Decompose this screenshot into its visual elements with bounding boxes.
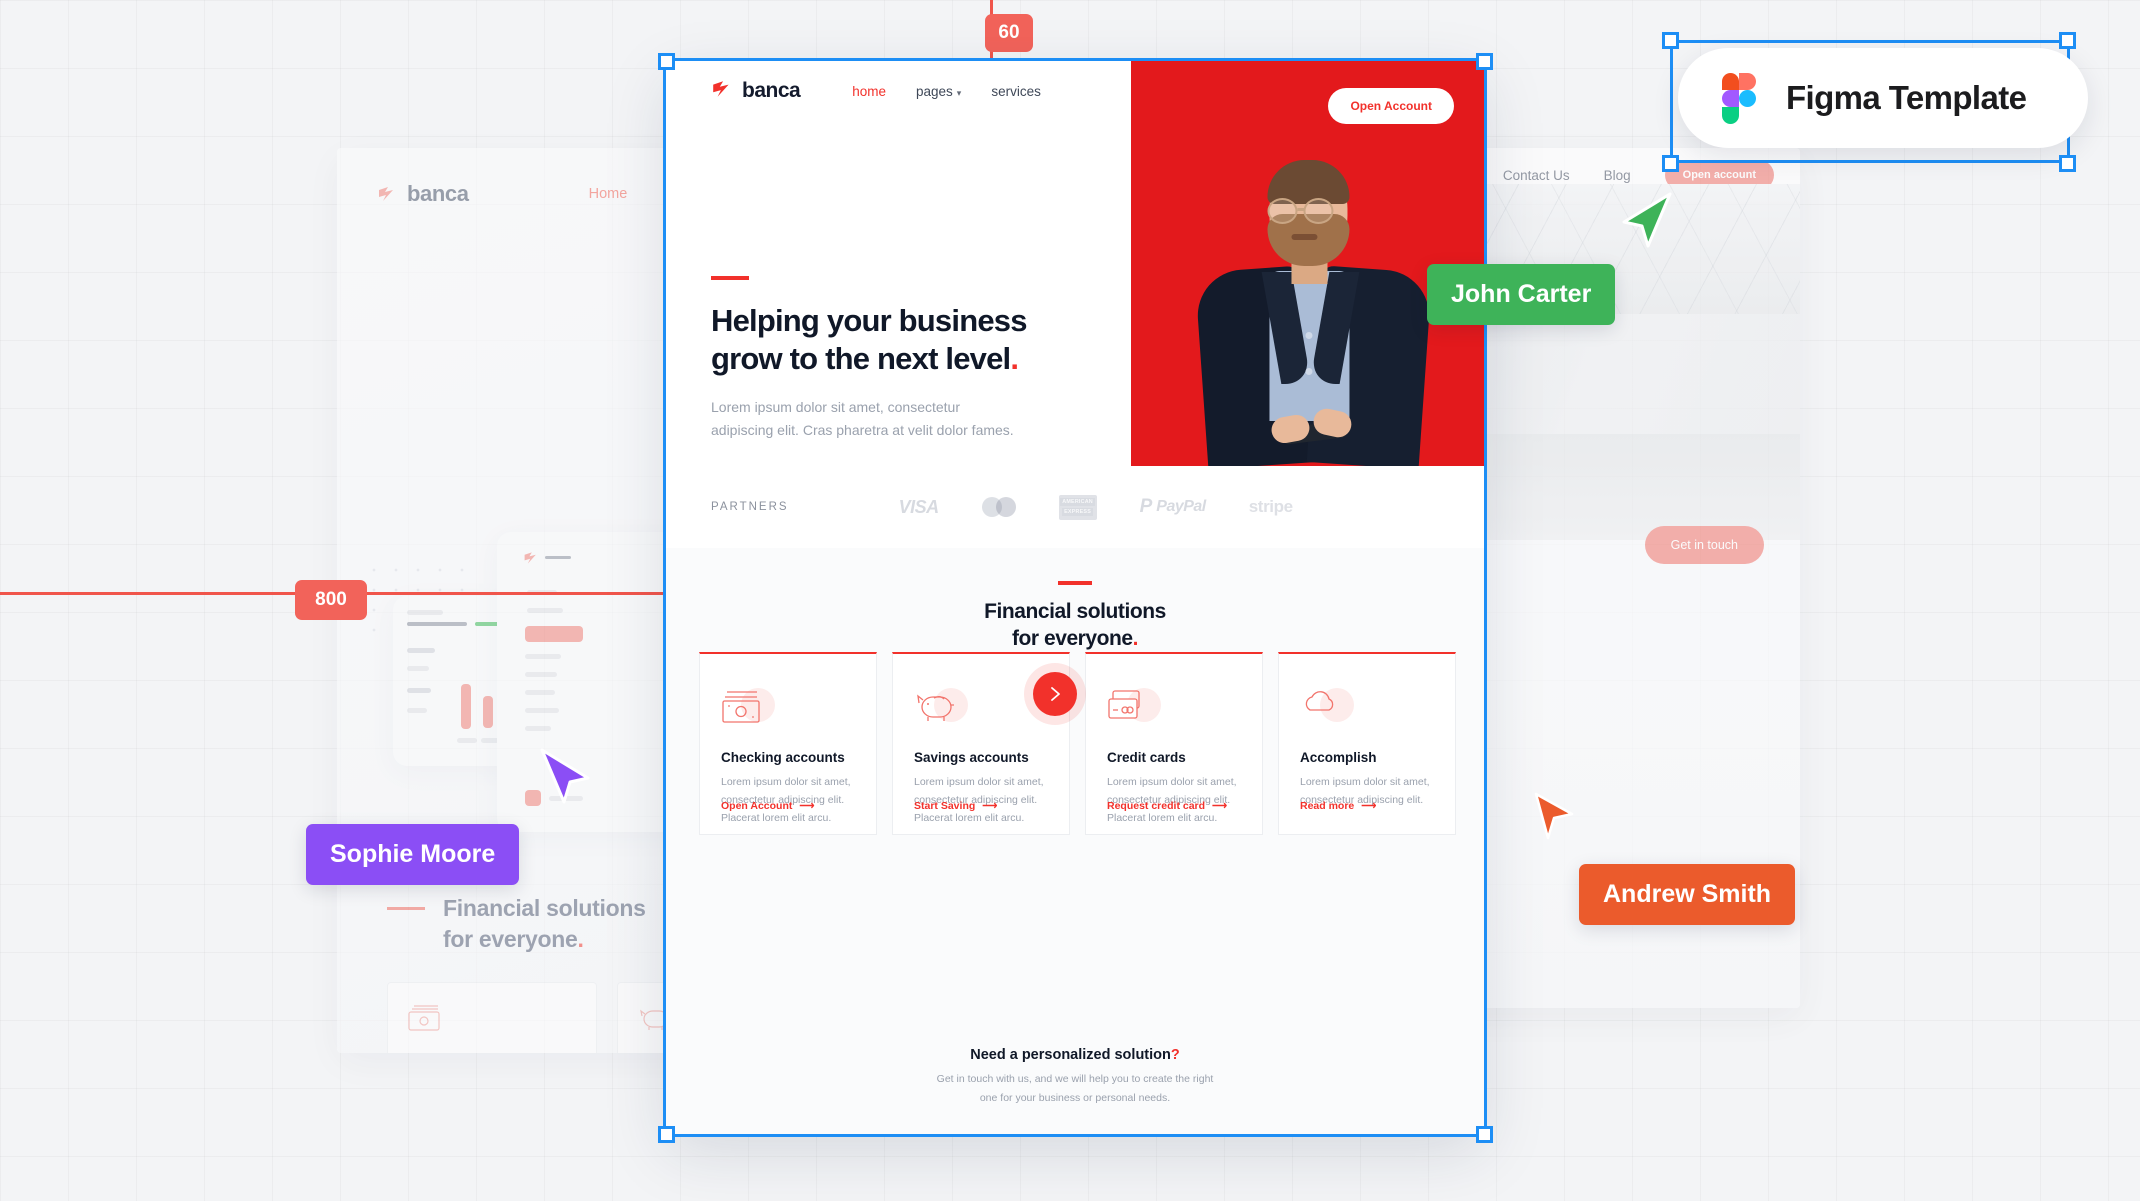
footer-paragraph: Get in touch with us, and we will help y… (936, 1073, 1214, 1105)
solutions-footer: Need a personalized solution? Get in tou… (666, 1047, 1484, 1108)
stripe-icon: stripe (1248, 497, 1293, 516)
partners-label: PARTNERS (711, 501, 789, 513)
figma-handle-bottom-left[interactable] (1662, 155, 1679, 172)
solutions-heading: Financial solutions for everyone. (984, 599, 1166, 651)
arrow-right-icon: ⟶ (982, 800, 997, 812)
cursor-john-carter (1618, 192, 1674, 259)
cursor-label-sophie-moore: Sophie Moore (306, 824, 520, 885)
figma-badge-selection-top (1670, 40, 2070, 43)
banca-logo-icon (711, 78, 733, 105)
figma-badge-selection-bottom (1670, 160, 2070, 163)
solutions-header: Financial solutions for everyone. (666, 548, 1484, 653)
figma-handle-top-right[interactable] (2059, 32, 2076, 49)
card-link-request-credit-card[interactable]: Request credit card ⟶ (1107, 800, 1227, 812)
nav-item-services[interactable]: services (991, 84, 1041, 99)
selected-artboard[interactable]: banca home pages ▾ services Helping your … (663, 58, 1487, 1137)
bg-right-get-in-touch-button[interactable]: Get in touch (1644, 526, 1764, 564)
card-icon-wrap (721, 686, 777, 728)
main-logo[interactable]: banca (711, 78, 801, 105)
glasses-bridge (1296, 208, 1305, 211)
figma-badge-label: Figma Template (1786, 79, 2027, 116)
arrow-right-icon: ⟶ (1212, 800, 1227, 812)
figma-handle-top-left[interactable] (1662, 32, 1679, 49)
shirt-button (1304, 332, 1312, 339)
card-link-read-more[interactable]: Read more ⟶ (1300, 800, 1376, 812)
solutions-accent-dash (1058, 581, 1092, 585)
cursor-sophie-moore (538, 748, 594, 815)
figma-badge-selection-left (1670, 40, 1673, 163)
main-menu[interactable]: home pages ▾ services (852, 84, 1041, 99)
carousel-next-button[interactable] (1033, 672, 1077, 716)
figma-template-badge[interactable]: Figma Template (1678, 48, 2088, 148)
hero-open-account-button[interactable]: Open Account (1328, 88, 1454, 124)
resize-handle-bottom-right[interactable] (1476, 1126, 1493, 1143)
solution-card-checking[interactable]: Checking accounts Lorem ipsum dolor sit … (699, 652, 877, 835)
bg-right-nav-contact[interactable]: Contact Us (1503, 168, 1570, 183)
cursor-label-andrew-smith: Andrew Smith (1579, 864, 1796, 925)
amex-icon: AMERICAN EXPRESS (1058, 494, 1097, 520)
card-title: Accomplish (1300, 750, 1377, 765)
card-title: Checking accounts (721, 750, 845, 765)
figma-handle-bottom-right[interactable] (2059, 155, 2076, 172)
chevron-right-icon (1050, 687, 1060, 701)
bg-right-nav-blog[interactable]: Blog (1604, 168, 1631, 183)
credit-card-icon (1108, 690, 1140, 719)
arrow-right-icon: ⟶ (799, 800, 814, 812)
shirt-button (1304, 368, 1312, 375)
partner-logos: VISA AMERICAN EXPRESS P PayPal stripe (898, 494, 1293, 520)
bg-left-fin-heading: Financial solutions for everyone. (443, 895, 646, 952)
bg-left-brand: banca (407, 181, 469, 206)
solutions-section: Financial solutions for everyone. Checki… (666, 548, 1484, 1134)
card-icon-wrap (1107, 686, 1163, 728)
measurement-label-width: 60 (985, 14, 1033, 52)
hero-accent-dash (711, 276, 749, 280)
cursor-andrew-smith (1532, 792, 1580, 853)
solutions-card-list: Checking accounts Lorem ipsum dolor sit … (699, 652, 1456, 835)
solution-card-credit[interactable]: Credit cards Lorem ipsum dolor sit amet,… (1085, 652, 1263, 835)
glasses-left-lens (1266, 198, 1297, 224)
bg-left-nav-home[interactable]: Home (589, 186, 628, 202)
cash-note-icon (722, 691, 760, 723)
businessman-portrait (1187, 106, 1449, 466)
hero-heading: Helping your business grow to the next l… (711, 302, 1027, 376)
footer-heading: Need a personalized solution? (970, 1047, 1180, 1064)
bg-left-fin-dash (387, 907, 425, 910)
dash-banca-logo-icon (523, 550, 537, 564)
resize-handle-top-right[interactable] (1476, 53, 1493, 70)
card-link-start-saving[interactable]: Start Saving ⟶ (914, 800, 997, 812)
cursor-label-john-carter: John Carter (1427, 264, 1616, 325)
resize-handle-bottom-left[interactable] (658, 1126, 675, 1143)
chevron-down-icon: ▾ (956, 87, 962, 98)
hero-paragraph: Lorem ipsum dolor sit amet, consectetur … (711, 399, 1014, 439)
arrow-right-icon: ⟶ (1361, 800, 1376, 812)
cloud-icon (1305, 691, 1334, 711)
main-brand: banca (742, 79, 801, 102)
solution-card-accomplish[interactable]: Accomplish Lorem ipsum dolor sit amet, c… (1278, 652, 1456, 835)
card-title: Savings accounts (914, 750, 1029, 765)
paypal-icon: P PayPal (1139, 496, 1207, 517)
resize-handle-top-left[interactable] (658, 53, 675, 70)
nav-item-pages[interactable]: pages ▾ (916, 84, 961, 99)
mouth (1290, 234, 1317, 240)
card-icon-wrap (914, 686, 970, 728)
partners-bar: PARTNERS VISA AMERICAN EXPRESS P PayPal … (666, 466, 1293, 548)
nav-item-home[interactable]: home (852, 84, 886, 99)
bg-left-card[interactable]: Checking accounts (387, 982, 597, 1053)
cash-note-icon (408, 1005, 440, 1031)
card-title: Credit cards (1107, 750, 1186, 765)
main-navbar: banca home pages ▾ services (666, 61, 1131, 121)
figma-canvas[interactable]: banca Home Pages▾ Servi Helping you to t… (0, 0, 2140, 1201)
mastercard-icon (981, 497, 1016, 517)
banca-logo-icon (377, 184, 397, 204)
visa-icon: VISA (898, 496, 940, 517)
card-icon-wrap (1300, 686, 1356, 728)
card-link-open-account[interactable]: Open Account ⟶ (721, 800, 814, 812)
bg-left-logo[interactable]: banca (377, 181, 469, 207)
figma-logo-icon (1722, 73, 1756, 124)
piggy-bank-icon (917, 694, 954, 721)
glasses-right-lens (1302, 198, 1333, 224)
measurement-label-height: 800 (295, 580, 367, 620)
